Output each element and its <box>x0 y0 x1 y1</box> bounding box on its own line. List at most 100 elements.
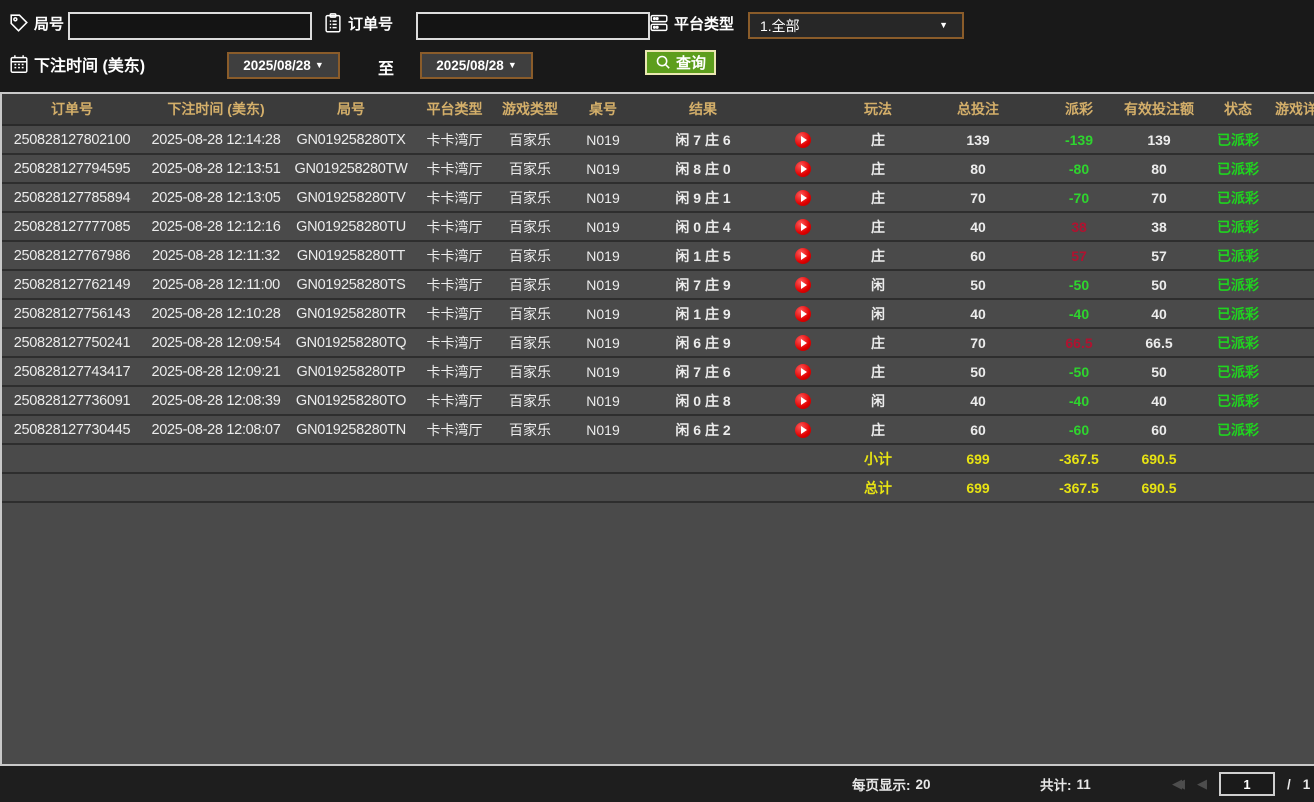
server-icon <box>648 12 670 34</box>
replay-button[interactable] <box>795 219 811 235</box>
calendar-icon <box>8 53 30 75</box>
replay-button[interactable] <box>795 335 811 351</box>
cell-validbet: 38 <box>1115 213 1203 240</box>
cell-play <box>763 213 843 240</box>
cell-play <box>763 271 843 298</box>
cell-gametype: 百家乐 <box>497 300 563 327</box>
cell-gametype: 百家乐 <box>497 242 563 269</box>
cell-platform: 卡卡湾厅 <box>412 155 497 182</box>
cell-payout: -50 <box>1043 358 1115 385</box>
cell-validbet: 50 <box>1115 358 1203 385</box>
platform-filter: 平台类型 <box>648 12 734 34</box>
round-input[interactable] <box>68 12 312 40</box>
cell-totalbet: 60 <box>913 242 1043 269</box>
cell-gametype: 百家乐 <box>497 358 563 385</box>
cell-play <box>763 387 843 414</box>
cell-roundno: GN019258280TX <box>290 126 412 153</box>
bet-time-label: 下注时间 (美东) <box>34 52 145 76</box>
previous-page-button[interactable]: ◀ <box>1197 776 1207 792</box>
cell-payout: 66.5 <box>1043 329 1115 356</box>
cell-orderno: 250828127736091 <box>2 387 142 414</box>
subtotal-cell-result <box>643 445 763 472</box>
platform-selected-value: 1.全部 <box>760 16 800 36</box>
page-number-input[interactable] <box>1219 772 1275 796</box>
date-from-picker[interactable]: 2025/08/28 ▼ <box>227 52 340 79</box>
cell-status: 已派彩 <box>1203 329 1273 356</box>
cell-detail <box>1273 271 1314 298</box>
search-button[interactable]: 查询 <box>645 50 716 75</box>
column-header: 局号 <box>290 94 412 124</box>
platform-select[interactable]: 1.全部 ▼ <box>748 12 964 39</box>
cell-payout: 57 <box>1043 242 1115 269</box>
grand-total-cell-validbet: 690.5 <box>1115 474 1203 501</box>
cell-gametype: 百家乐 <box>497 126 563 153</box>
cell-platform: 卡卡湾厅 <box>412 416 497 443</box>
cell-roundno: GN019258280TV <box>290 184 412 211</box>
replay-button[interactable] <box>795 422 811 438</box>
cell-totalbet: 40 <box>913 213 1043 240</box>
order-input[interactable] <box>416 12 650 40</box>
grand-total-cell-gametype <box>497 474 563 501</box>
chevron-down-icon: ▼ <box>939 21 948 30</box>
cell-gametype: 百家乐 <box>497 213 563 240</box>
cell-playtype: 闲 <box>843 300 913 327</box>
cell-roundno: GN019258280TS <box>290 271 412 298</box>
cell-detail <box>1273 126 1314 153</box>
cell-gametype: 百家乐 <box>497 387 563 414</box>
replay-button[interactable] <box>795 306 811 322</box>
cell-roundno: GN019258280TT <box>290 242 412 269</box>
table-row: 2508281277434172025-08-28 12:09:21GN0192… <box>2 358 1314 387</box>
cell-status: 已派彩 <box>1203 155 1273 182</box>
first-page-button[interactable]: ◀◀ <box>1172 776 1185 792</box>
cell-gametype: 百家乐 <box>497 329 563 356</box>
cell-payout: -50 <box>1043 271 1115 298</box>
cell-orderno: 250828127802100 <box>2 126 142 153</box>
grand-total-cell-status <box>1203 474 1273 501</box>
cell-tableno: N019 <box>563 242 643 269</box>
replay-button[interactable] <box>795 248 811 264</box>
replay-button[interactable] <box>795 190 811 206</box>
replay-button[interactable] <box>795 277 811 293</box>
cell-detail <box>1273 300 1314 327</box>
subtotal-cell-playtype: 小计 <box>843 445 913 472</box>
grand-total-cell-play <box>763 474 843 501</box>
table-empty-area <box>2 503 1314 764</box>
replay-button[interactable] <box>795 364 811 380</box>
grand-total-cell-platform <box>412 474 497 501</box>
pagination-controls: ◀◀ ◀ / 1 <box>1172 766 1310 802</box>
cell-platform: 卡卡湾厅 <box>412 271 497 298</box>
cell-totalbet: 50 <box>913 358 1043 385</box>
column-header: 玩法 <box>843 94 913 124</box>
cell-orderno: 250828127730445 <box>2 416 142 443</box>
cell-status: 已派彩 <box>1203 300 1273 327</box>
cell-totalbet: 70 <box>913 184 1043 211</box>
play-icon <box>801 426 807 434</box>
table-row: 2508281277502412025-08-28 12:09:54GN0192… <box>2 329 1314 358</box>
cell-status: 已派彩 <box>1203 358 1273 385</box>
cell-payout: -40 <box>1043 387 1115 414</box>
cell-play <box>763 242 843 269</box>
table-row: 2508281277561432025-08-28 12:10:28GN0192… <box>2 300 1314 329</box>
cell-play <box>763 329 843 356</box>
cell-tableno: N019 <box>563 358 643 385</box>
grand-total-cell-tableno <box>563 474 643 501</box>
platform-label: 平台类型 <box>674 13 734 34</box>
cell-totalbet: 70 <box>913 329 1043 356</box>
cell-result: 闲 7 庄 6 <box>643 358 763 385</box>
pagination-bar: 每页显示: 20 共计: 11 ◀◀ ◀ / 1 <box>0 766 1314 802</box>
chevron-down-icon: ▼ <box>508 61 517 70</box>
cell-playtype: 庄 <box>843 126 913 153</box>
replay-button[interactable] <box>795 132 811 148</box>
cell-totalbet: 80 <box>913 155 1043 182</box>
cell-status: 已派彩 <box>1203 387 1273 414</box>
date-to-picker[interactable]: 2025/08/28 ▼ <box>420 52 533 79</box>
table-row: 2508281277621492025-08-28 12:11:00GN0192… <box>2 271 1314 300</box>
cell-totalbet: 40 <box>913 300 1043 327</box>
cell-orderno: 250828127750241 <box>2 329 142 356</box>
replay-button[interactable] <box>795 393 811 409</box>
cell-gametype: 百家乐 <box>497 271 563 298</box>
cell-roundno: GN019258280TP <box>290 358 412 385</box>
cell-validbet: 66.5 <box>1115 329 1203 356</box>
cell-bettime: 2025-08-28 12:14:28 <box>142 126 290 153</box>
replay-button[interactable] <box>795 161 811 177</box>
